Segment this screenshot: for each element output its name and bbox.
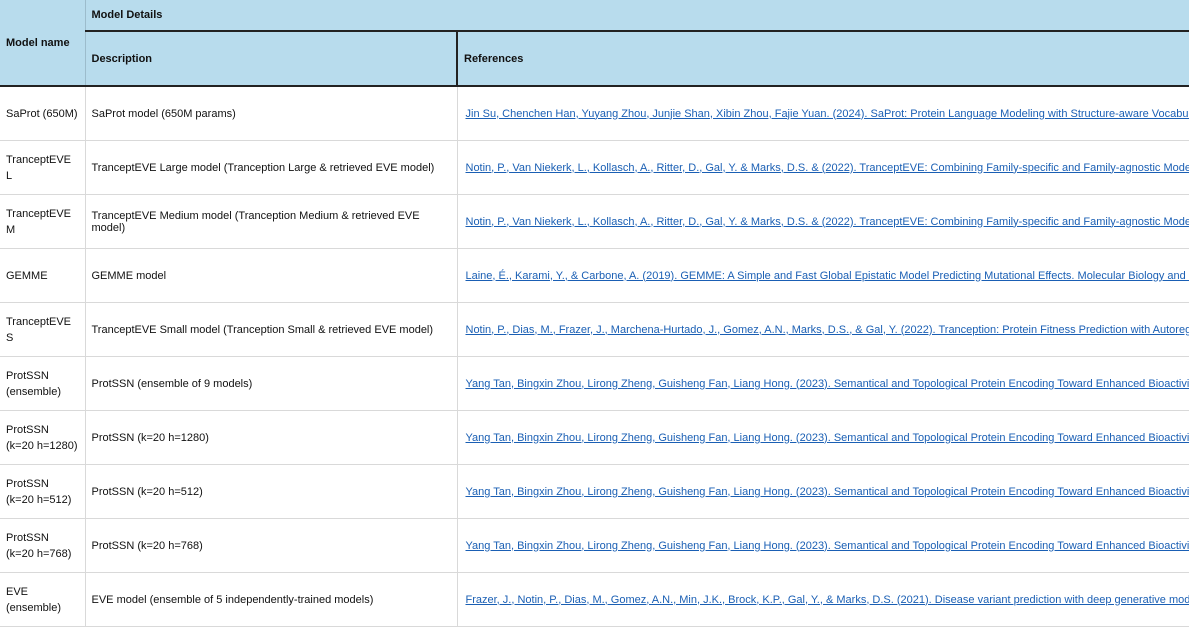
reference-cell: Yang Tan, Bingxin Zhou, Lirong Zheng, Gu… xyxy=(457,519,1189,573)
references-header: References xyxy=(457,31,1189,86)
reference-link[interactable]: Notin, P., Dias, M., Frazer, J., Marchen… xyxy=(466,324,1189,336)
reference-link[interactable]: Yang Tan, Bingxin Zhou, Lirong Zheng, Gu… xyxy=(466,486,1189,498)
reference-cell: Yang Tan, Bingxin Zhou, Lirong Zheng, Gu… xyxy=(457,465,1189,519)
reference-link[interactable]: Notin, P., Van Niekerk, L., Kollasch, A.… xyxy=(466,162,1189,174)
table-row: EVE (ensemble)EVE model (ensemble of 5 i… xyxy=(0,573,1189,627)
reference-cell: Laine, É., Karami, Y., & Carbone, A. (20… xyxy=(457,249,1189,303)
model-name-cell: ProtSSN (k=20 h=512) xyxy=(0,465,85,519)
reference-cell: Notin, P., Dias, M., Frazer, J., Marchen… xyxy=(457,303,1189,357)
table-row: GEMMEGEMME model Laine, É., Karami, Y., &… xyxy=(0,249,1189,303)
description-cell: EVE model (ensemble of 5 independently-t… xyxy=(85,573,457,627)
model-details-header: Model Details xyxy=(85,0,1189,31)
reference-cell: Jin Su, Chenchen Han, Yuyang Zhou, Junji… xyxy=(457,86,1189,141)
table-row: ProtSSN (k=20 h=512)ProtSSN (k=20 h=512)… xyxy=(0,465,1189,519)
reference-link[interactable]: Laine, É., Karami, Y., & Carbone, A. (20… xyxy=(466,270,1189,282)
model-name-cell: SaProt (650M) xyxy=(0,86,85,141)
reference-cell: Notin, P., Van Niekerk, L., Kollasch, A.… xyxy=(457,141,1189,195)
table-row: ProtSSN (k=20 h=768)ProtSSN (k=20 h=768)… xyxy=(0,519,1189,573)
reference-cell: Notin, P., Van Niekerk, L., Kollasch, A.… xyxy=(457,195,1189,249)
reference-cell: Yang Tan, Bingxin Zhou, Lirong Zheng, Gu… xyxy=(457,411,1189,465)
reference-link[interactable]: Jin Su, Chenchen Han, Yuyang Zhou, Junji… xyxy=(466,108,1189,120)
table-header: Model name Model Details Description Ref… xyxy=(0,0,1189,86)
table-row: TranceptEVE MTranceptEVE Medium model (T… xyxy=(0,195,1189,249)
model-name-cell: EVE (ensemble) xyxy=(0,573,85,627)
reference-link[interactable]: Yang Tan, Bingxin Zhou, Lirong Zheng, Gu… xyxy=(466,432,1189,444)
description-cell: TranceptEVE Large model (Tranception Lar… xyxy=(85,141,457,195)
table-row: ProtSSN (ensemble)ProtSSN (ensemble of 9… xyxy=(0,357,1189,411)
model-name-header: Model name xyxy=(0,0,85,86)
reference-cell: Frazer, J., Notin, P., Dias, M., Gomez, … xyxy=(457,573,1189,627)
reference-link[interactable]: Frazer, J., Notin, P., Dias, M., Gomez, … xyxy=(466,594,1189,606)
description-cell: TranceptEVE Medium model (Tranception Me… xyxy=(85,195,457,249)
description-cell: TranceptEVE Small model (Tranception Sma… xyxy=(85,303,457,357)
model-name-cell: TranceptEVE M xyxy=(0,195,85,249)
description-cell: ProtSSN (k=20 h=768) xyxy=(85,519,457,573)
table-row: ProtSSN (k=20 h=1280)ProtSSN (k=20 h=128… xyxy=(0,411,1189,465)
model-table: Model name Model Details Description Ref… xyxy=(0,0,1189,627)
description-header: Description xyxy=(85,31,457,86)
description-cell: GEMME model xyxy=(85,249,457,303)
model-name-cell: ProtSSN (k=20 h=768) xyxy=(0,519,85,573)
description-cell: ProtSSN (k=20 h=1280) xyxy=(85,411,457,465)
table-body: SaProt (650M)SaProt model (650M params) J… xyxy=(0,86,1189,627)
description-cell: ProtSSN (ensemble of 9 models) xyxy=(85,357,457,411)
description-cell: ProtSSN (k=20 h=512) xyxy=(85,465,457,519)
reference-link[interactable]: Notin, P., Van Niekerk, L., Kollasch, A.… xyxy=(466,216,1189,228)
reference-cell: Yang Tan, Bingxin Zhou, Lirong Zheng, Gu… xyxy=(457,357,1189,411)
table-row: TranceptEVE LTranceptEVE Large model (Tr… xyxy=(0,141,1189,195)
reference-link[interactable]: Yang Tan, Bingxin Zhou, Lirong Zheng, Gu… xyxy=(466,540,1189,552)
model-name-cell: TranceptEVE S xyxy=(0,303,85,357)
table-row: SaProt (650M)SaProt model (650M params) J… xyxy=(0,86,1189,141)
description-cell: SaProt model (650M params) xyxy=(85,86,457,141)
reference-link[interactable]: Yang Tan, Bingxin Zhou, Lirong Zheng, Gu… xyxy=(466,378,1189,390)
model-name-cell: GEMME xyxy=(0,249,85,303)
model-name-cell: ProtSSN (ensemble) xyxy=(0,357,85,411)
table-row: TranceptEVE STranceptEVE Small model (Tr… xyxy=(0,303,1189,357)
model-name-cell: ProtSSN (k=20 h=1280) xyxy=(0,411,85,465)
model-name-cell: TranceptEVE L xyxy=(0,141,85,195)
